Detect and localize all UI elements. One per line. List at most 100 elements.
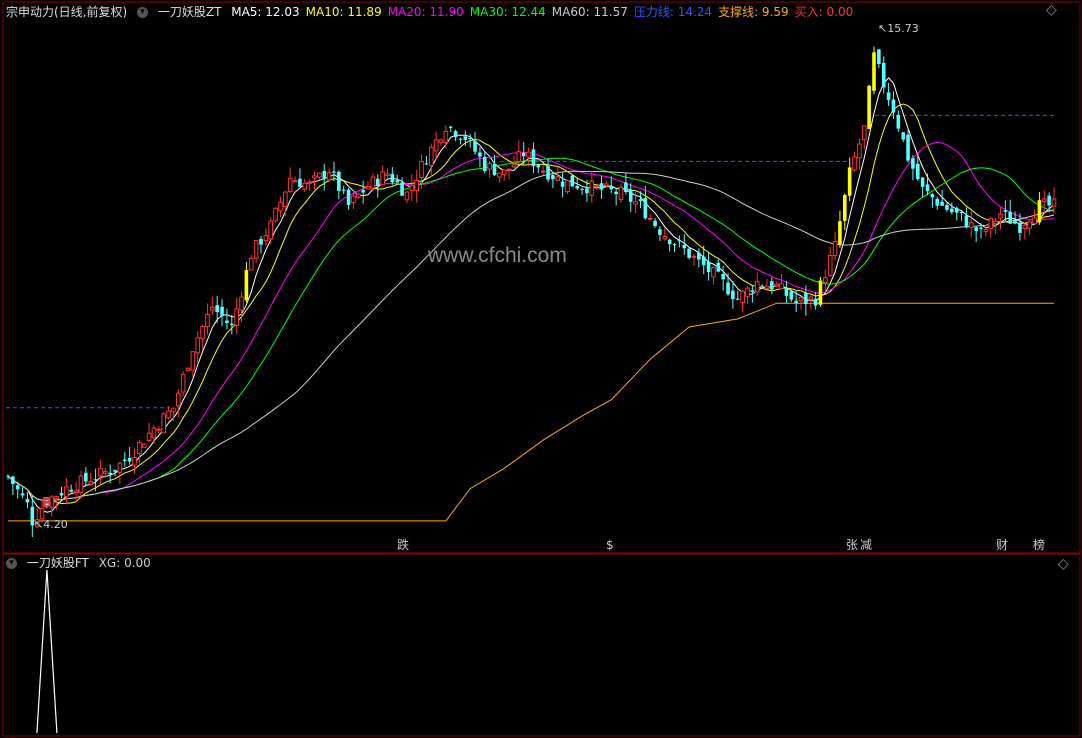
candle-body: [351, 195, 356, 204]
candle: [867, 84, 871, 130]
expand-diamond-icon[interactable]: ◇: [1046, 2, 1057, 18]
candle-body: [726, 282, 730, 295]
candle-body: [487, 162, 492, 170]
candle-body: [341, 189, 346, 191]
candle-body: [453, 131, 458, 138]
candle: [443, 125, 449, 149]
watermark: www.cfchi.com: [428, 244, 567, 267]
candle-body: [278, 201, 283, 212]
candle: [516, 140, 522, 165]
main-header: 宗申动力(日线,前复权) ▾ 一刀妖股ZT MA5: 12.03 MA10: 11…: [6, 5, 865, 19]
candle-body: [682, 244, 687, 249]
candle-body: [852, 156, 857, 171]
candle-body: [624, 182, 628, 193]
candle-body: [463, 136, 468, 140]
candle-body: [122, 459, 127, 462]
candle: [647, 213, 653, 221]
candle: [536, 163, 541, 174]
candle-body: [711, 267, 716, 278]
candle: [263, 228, 269, 246]
candle: [847, 157, 852, 201]
candle: [433, 131, 439, 160]
candle: [11, 475, 15, 496]
candle: [609, 176, 614, 194]
main-panel-border: [2, 1, 1081, 554]
dropdown-chevron-icon[interactable]: ▾: [6, 558, 17, 569]
candle-body: [141, 443, 147, 448]
candle: [1003, 200, 1008, 222]
candle-body: [585, 188, 589, 194]
candle-body: [1051, 198, 1057, 207]
candle: [287, 167, 293, 193]
candle-body: [745, 287, 750, 297]
candle-body: [69, 489, 74, 492]
candle: [711, 266, 716, 285]
candle-body: [103, 471, 108, 474]
candle-body: [127, 457, 132, 462]
indicator-value-6: 支撑线: 9.59: [718, 5, 789, 19]
sub-header: ▾ 一刀妖股FT XG: 0.00: [6, 556, 163, 570]
buy-signal-mark: B: [42, 496, 52, 511]
candle: [546, 158, 550, 183]
candle-body: [925, 184, 930, 192]
candle: [127, 446, 132, 465]
candle: [225, 308, 229, 330]
candle: [813, 291, 818, 310]
candle: [380, 165, 385, 186]
indicator-value-4: MA60: 11.57: [551, 5, 628, 19]
candle: [205, 303, 210, 335]
sub-indicator-layer: [36, 569, 58, 734]
candle: [784, 280, 789, 304]
sub-indicator-name[interactable]: 一刀妖股FT: [27, 556, 89, 570]
candle-body: [643, 198, 648, 219]
candle: [220, 299, 224, 327]
candle-body: [954, 207, 959, 213]
candle-body: [604, 183, 609, 187]
candle: [672, 242, 677, 252]
candle-body: [419, 160, 424, 179]
candle-body: [731, 290, 735, 300]
indicator-name[interactable]: 一刀妖股ZT: [158, 5, 222, 19]
candle-body: [180, 373, 186, 393]
candle-body: [950, 208, 954, 213]
candle: [409, 173, 415, 201]
candle: [385, 168, 390, 180]
candle: [774, 281, 779, 288]
candle-body: [838, 221, 842, 245]
candle-body: [1022, 224, 1028, 229]
candle: [1032, 209, 1037, 225]
candle-body: [98, 467, 103, 477]
expand-diamond-icon[interactable]: ◇: [1058, 556, 1069, 572]
candle: [278, 196, 283, 218]
candle-body: [210, 306, 215, 311]
candle: [1037, 192, 1042, 225]
candle-body: [843, 194, 847, 221]
candle-body: [234, 308, 239, 326]
candle-body: [988, 218, 994, 229]
candle: [877, 48, 881, 69]
candle-body: [161, 413, 166, 434]
candle: [78, 470, 84, 499]
candle-body: [832, 240, 838, 256]
candle-body: [560, 181, 565, 187]
candle-body: [847, 167, 852, 196]
candle: [25, 492, 30, 509]
candle-body: [774, 283, 779, 287]
candle: [697, 248, 701, 268]
candle: [341, 185, 346, 195]
candle-body: [229, 323, 234, 325]
candle: [453, 129, 458, 142]
candle-body: [770, 281, 774, 290]
candle-body: [959, 211, 964, 214]
candle-body: [618, 186, 624, 200]
candle-body: [974, 227, 978, 231]
candle-body: [11, 476, 15, 485]
candle-body: [526, 151, 531, 158]
candle-body: [877, 49, 881, 65]
dropdown-chevron-icon[interactable]: ▾: [137, 7, 149, 18]
candle-body: [6, 475, 10, 477]
candle-body: [531, 149, 536, 167]
candle: [954, 206, 959, 221]
candle: [322, 163, 327, 191]
candle-body: [259, 238, 263, 245]
